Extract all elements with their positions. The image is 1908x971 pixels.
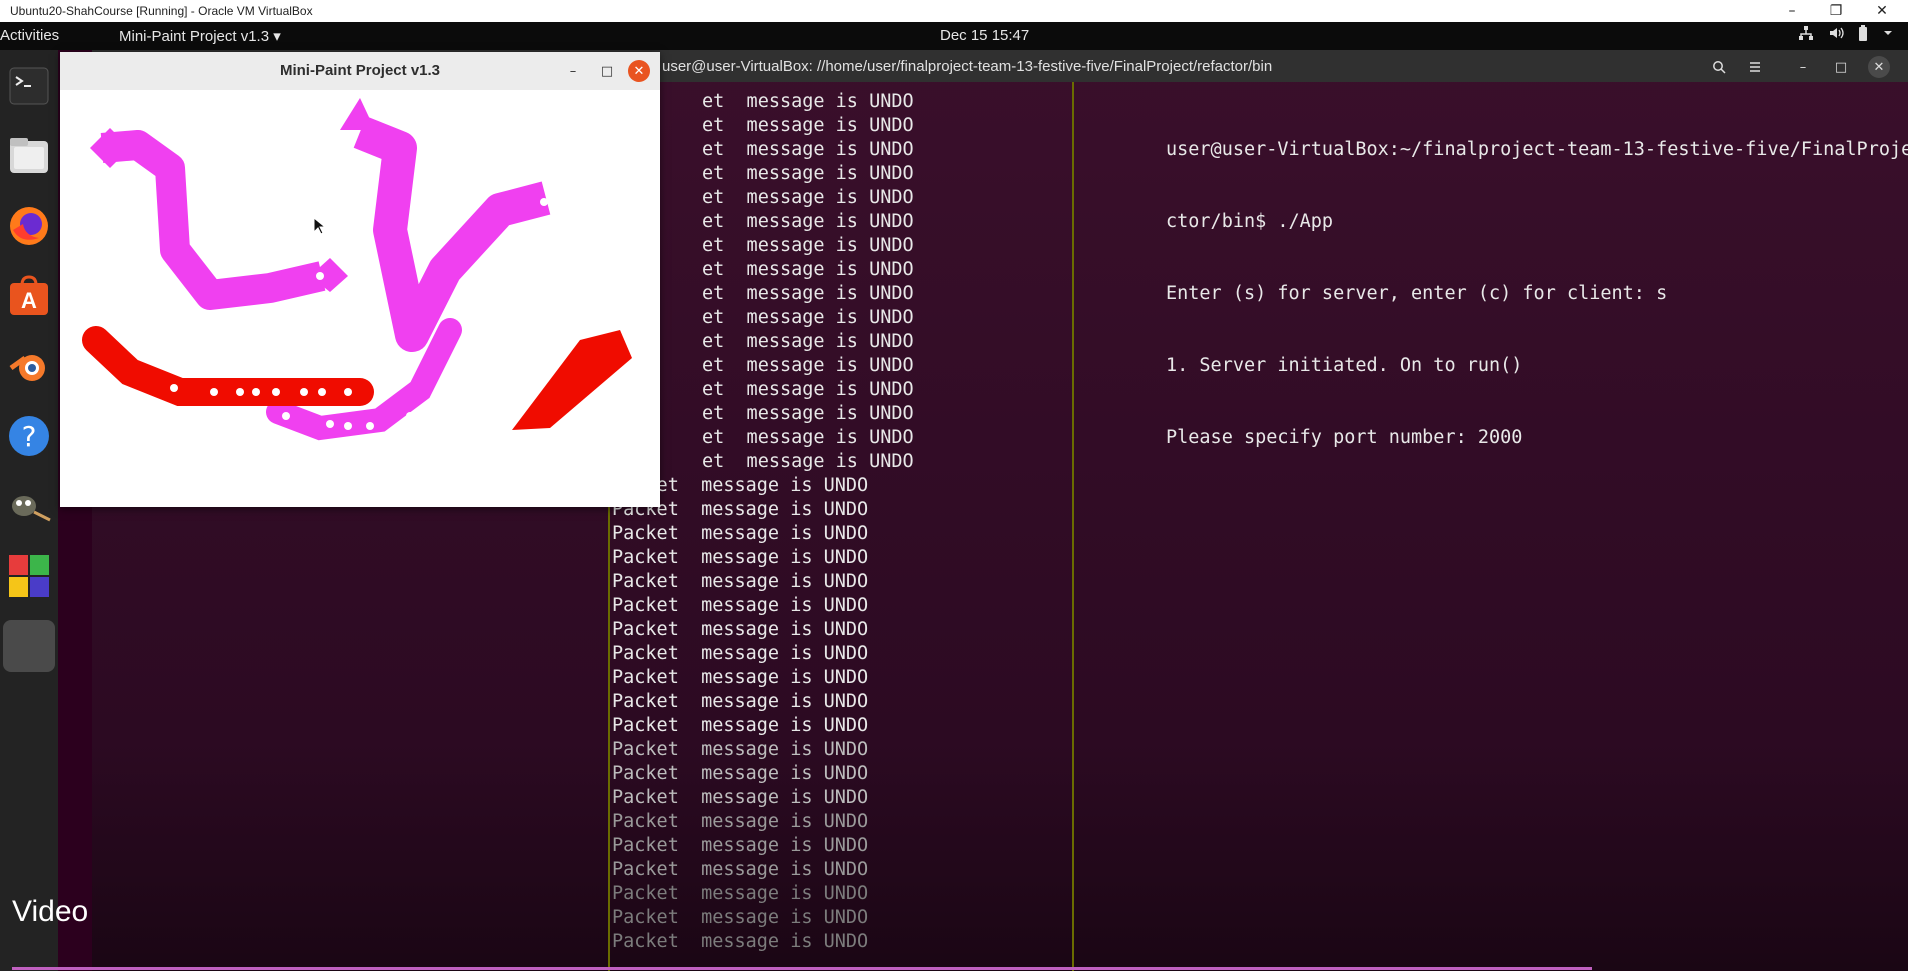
svg-text:A: A (21, 288, 37, 313)
terminal-line: 1. Server initiated. On to run() (1166, 355, 1523, 376)
terminal-line: Packet message is UNDO (612, 643, 869, 664)
terminal-close-button[interactable]: ✕ (1868, 56, 1890, 78)
terminal-line: et message is UNDO (702, 163, 914, 184)
magenta-stroke (353, 116, 551, 352)
terminal-line: et message is UNDO (702, 355, 914, 376)
guest-screen: Activities Mini-Paint Project v1.3 ▾ Dec… (0, 22, 1908, 971)
terminal-line: et message is UNDO (702, 283, 914, 304)
terminal-line: et message is UNDO (702, 379, 914, 400)
terminal-line: Packet message is UNDO (612, 835, 869, 856)
canvas-drawing (82, 98, 632, 441)
terminal-line: et message is UNDO (702, 211, 914, 232)
terminal-line: Packet message is UNDO (612, 667, 869, 688)
terminal-line: Packet message is UNDO (612, 883, 869, 904)
terminal-line: Packet message is UNDO (612, 475, 869, 496)
red-triangle-shape (512, 330, 632, 430)
terminal-line: Packet message is UNDO (612, 811, 869, 832)
gimp-icon[interactable] (3, 480, 55, 532)
terminal-line: et message is UNDO (702, 259, 914, 280)
terminal-maximize-button[interactable]: □ (1830, 56, 1852, 78)
pane-divider-right[interactable] (1072, 82, 1074, 971)
chevron-down-icon (1882, 25, 1894, 45)
paint-minimize-button[interactable]: – (562, 60, 584, 82)
mini-paint-window[interactable]: Mini-Paint Project v1.3 – □ ✕ (60, 52, 660, 507)
files-icon[interactable] (3, 130, 55, 182)
help-icon[interactable]: ? (3, 410, 55, 462)
terminal-line: Packet message is UNDO (612, 595, 869, 616)
paint-close-button[interactable]: ✕ (628, 60, 650, 82)
hamburger-menu-icon[interactable] (1744, 56, 1766, 78)
app-menu[interactable]: Mini-Paint Project v1.3 ▾ (119, 27, 281, 45)
terminal-line: et message is UNDO (702, 235, 914, 256)
terminal-line: Packet message is UNDO (612, 739, 869, 760)
terminal-line: Enter (s) for server, enter (c) for clie… (1166, 283, 1668, 304)
terminal-line: Packet message is UNDO (612, 931, 869, 952)
terminal-line: et message is UNDO (702, 187, 914, 208)
terminal-line: et message is UNDO (702, 331, 914, 352)
terminal-line: et message is UNDO (702, 307, 914, 328)
terminal-line: Packet message is UNDO (612, 787, 869, 808)
terminal-minimize-button[interactable]: – (1792, 56, 1814, 78)
terminal-line: Packet message is UNDO (612, 571, 869, 592)
video-progress-bar[interactable] (12, 967, 1592, 970)
drawing-canvas[interactable] (60, 90, 660, 507)
battery-icon (1858, 25, 1868, 45)
terminal-line: Packet message is UNDO (612, 763, 869, 784)
volume-icon (1828, 25, 1844, 45)
red-stroke (82, 326, 374, 406)
terminal-line: ctor/bin$ ./App (1166, 211, 1334, 232)
paint-maximize-button[interactable]: □ (596, 60, 618, 82)
terminal-line: Packet message is UNDO (612, 691, 869, 712)
magenta-triangle-end (340, 98, 375, 130)
terminal-line: Packet message is UNDO (612, 907, 869, 928)
search-icon[interactable] (1708, 56, 1730, 78)
svg-text:?: ? (22, 420, 37, 453)
host-window-title: Ubuntu20-ShahCourse [Running] - Oracle V… (10, 4, 313, 18)
software-center-icon[interactable]: A (3, 270, 55, 322)
blender-icon[interactable] (3, 340, 55, 392)
video-overlay-label: Video (12, 895, 89, 928)
terminal-line: Packet message is UNDO (612, 547, 869, 568)
terminal-pane-server[interactable]: user@user-VirtualBox:~/finalproject-team… (1166, 90, 1908, 971)
activities-button[interactable]: Activities (0, 27, 59, 44)
ubuntu-dock: A ? (0, 50, 58, 971)
gnome-top-bar: Activities Mini-Paint Project v1.3 ▾ Dec… (0, 22, 1908, 50)
system-tray[interactable] (1798, 25, 1894, 45)
terminal-line: et message is UNDO (702, 427, 914, 448)
mouse-cursor-icon (313, 217, 325, 235)
terminal-line: user@user-VirtualBox:~/finalproject-team… (1166, 139, 1908, 160)
host-minimize-button[interactable]: – (1770, 0, 1814, 22)
firefox-icon[interactable] (3, 200, 55, 252)
host-window-titlebar: Ubuntu20-ShahCourse [Running] - Oracle V… (0, 0, 1908, 23)
terminal-line: Packet message is UNDO (612, 859, 869, 880)
terminal-icon[interactable] (3, 60, 55, 112)
terminal-line: Packet message is UNDO (612, 499, 869, 520)
terminal-line: et message is UNDO (702, 91, 914, 112)
host-restore-button[interactable]: ❐ (1814, 0, 1858, 22)
network-icon (1798, 25, 1814, 45)
dock-active-slot[interactable] (3, 620, 55, 672)
terminal-line: et message is UNDO (702, 139, 914, 160)
clock[interactable]: Dec 15 15:47 (940, 27, 1029, 44)
magenta-stroke (100, 130, 326, 310)
terminal-line: Please specify port number: 2000 (1166, 427, 1523, 448)
terminal-line: et message is UNDO (702, 403, 914, 424)
terminal-line: Packet message is UNDO (612, 619, 869, 640)
terminal-line: Packet message is UNDO (612, 523, 869, 544)
terminal-pane-client[interactable]: et message is UNDO et message is UNDO et m… (612, 90, 1042, 971)
terminal-title: user@user-VirtualBox: //home/user/finalp… (662, 58, 1273, 75)
paint-headerbar: Mini-Paint Project v1.3 – □ ✕ (60, 52, 660, 91)
terminal-line: et message is UNDO (702, 115, 914, 136)
host-close-button[interactable]: ✕ (1860, 0, 1904, 22)
terminal-line: et message is UNDO (702, 451, 914, 472)
apps-grid-icon[interactable] (3, 550, 55, 602)
terminal-line: Packet message is UNDO (612, 715, 869, 736)
